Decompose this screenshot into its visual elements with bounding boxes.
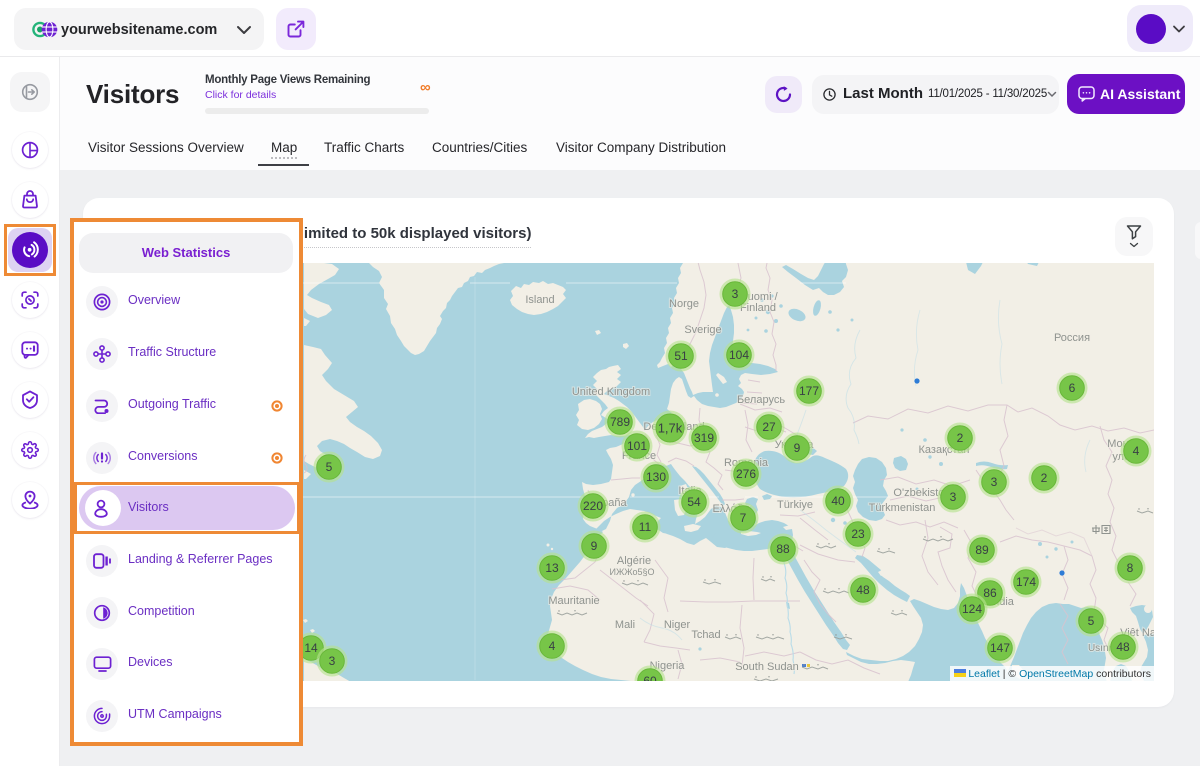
svg-text:5: 5 xyxy=(326,460,333,474)
svg-text:ИЖЖо5§О: ИЖЖо5§О xyxy=(609,567,654,577)
svg-text:147: 147 xyxy=(990,641,1010,655)
svg-text:130: 130 xyxy=(646,470,666,484)
svg-text:27: 27 xyxy=(762,420,776,434)
svg-text:48: 48 xyxy=(1116,640,1130,654)
svg-text:3: 3 xyxy=(732,287,739,301)
svg-text:Россия: Россия xyxy=(1054,332,1090,344)
svg-text:789: 789 xyxy=(610,415,630,429)
svg-text:2: 2 xyxy=(1041,471,1048,485)
svg-text:Island: Island xyxy=(525,294,554,306)
svg-text:Беларусь: Беларусь xyxy=(737,394,785,406)
svg-text:9: 9 xyxy=(591,539,598,553)
svg-text:4: 4 xyxy=(549,639,556,653)
svg-text:1,7k: 1,7k xyxy=(658,421,683,436)
svg-text:174: 174 xyxy=(1016,575,1036,589)
svg-text:51: 51 xyxy=(674,349,688,363)
svg-text:Norge: Norge xyxy=(669,298,699,310)
svg-text:6: 6 xyxy=(1069,381,1076,395)
svg-text:3: 3 xyxy=(950,490,957,504)
svg-text:89: 89 xyxy=(975,543,989,557)
svg-text:United Kingdom: United Kingdom xyxy=(572,386,650,398)
svg-text:101: 101 xyxy=(627,439,647,453)
svg-text:13: 13 xyxy=(545,561,559,575)
svg-text:11: 11 xyxy=(639,520,652,534)
svg-text:276: 276 xyxy=(736,467,756,481)
svg-text:319: 319 xyxy=(694,431,714,445)
svg-text:Türkmenistan: Türkmenistan xyxy=(869,502,936,514)
svg-text:7: 7 xyxy=(740,511,747,525)
svg-text:Mali: Mali xyxy=(615,619,635,631)
svg-text:104: 104 xyxy=(729,348,749,362)
svg-text:Mauritanie: Mauritanie xyxy=(548,595,599,607)
svg-text:8: 8 xyxy=(1127,561,1134,575)
svg-text:3: 3 xyxy=(329,654,336,668)
svg-text:48: 48 xyxy=(856,583,870,597)
svg-text:Türkiye: Türkiye xyxy=(777,499,813,511)
svg-text:40: 40 xyxy=(831,494,845,508)
svg-text:54: 54 xyxy=(687,495,701,509)
svg-text:220: 220 xyxy=(583,499,603,513)
svg-text:Niger: Niger xyxy=(664,619,691,631)
svg-text:14: 14 xyxy=(304,641,318,655)
svg-text:Algérie: Algérie xyxy=(617,555,651,567)
svg-text:23: 23 xyxy=(851,527,865,541)
svg-text:2: 2 xyxy=(957,431,964,445)
svg-text:9: 9 xyxy=(794,441,801,455)
svg-text:88: 88 xyxy=(776,542,790,556)
svg-text:5: 5 xyxy=(1088,614,1095,628)
svg-text:124: 124 xyxy=(962,602,982,616)
svg-text:Tchad: Tchad xyxy=(691,629,720,641)
svg-text:60: 60 xyxy=(643,674,657,681)
svg-text:4: 4 xyxy=(1133,444,1140,458)
svg-text:South Sudan: South Sudan xyxy=(735,661,799,673)
svg-text:86: 86 xyxy=(983,586,997,600)
svg-text:3: 3 xyxy=(991,475,998,489)
svg-text:Sverige: Sverige xyxy=(684,324,721,336)
svg-text:177: 177 xyxy=(799,384,819,398)
